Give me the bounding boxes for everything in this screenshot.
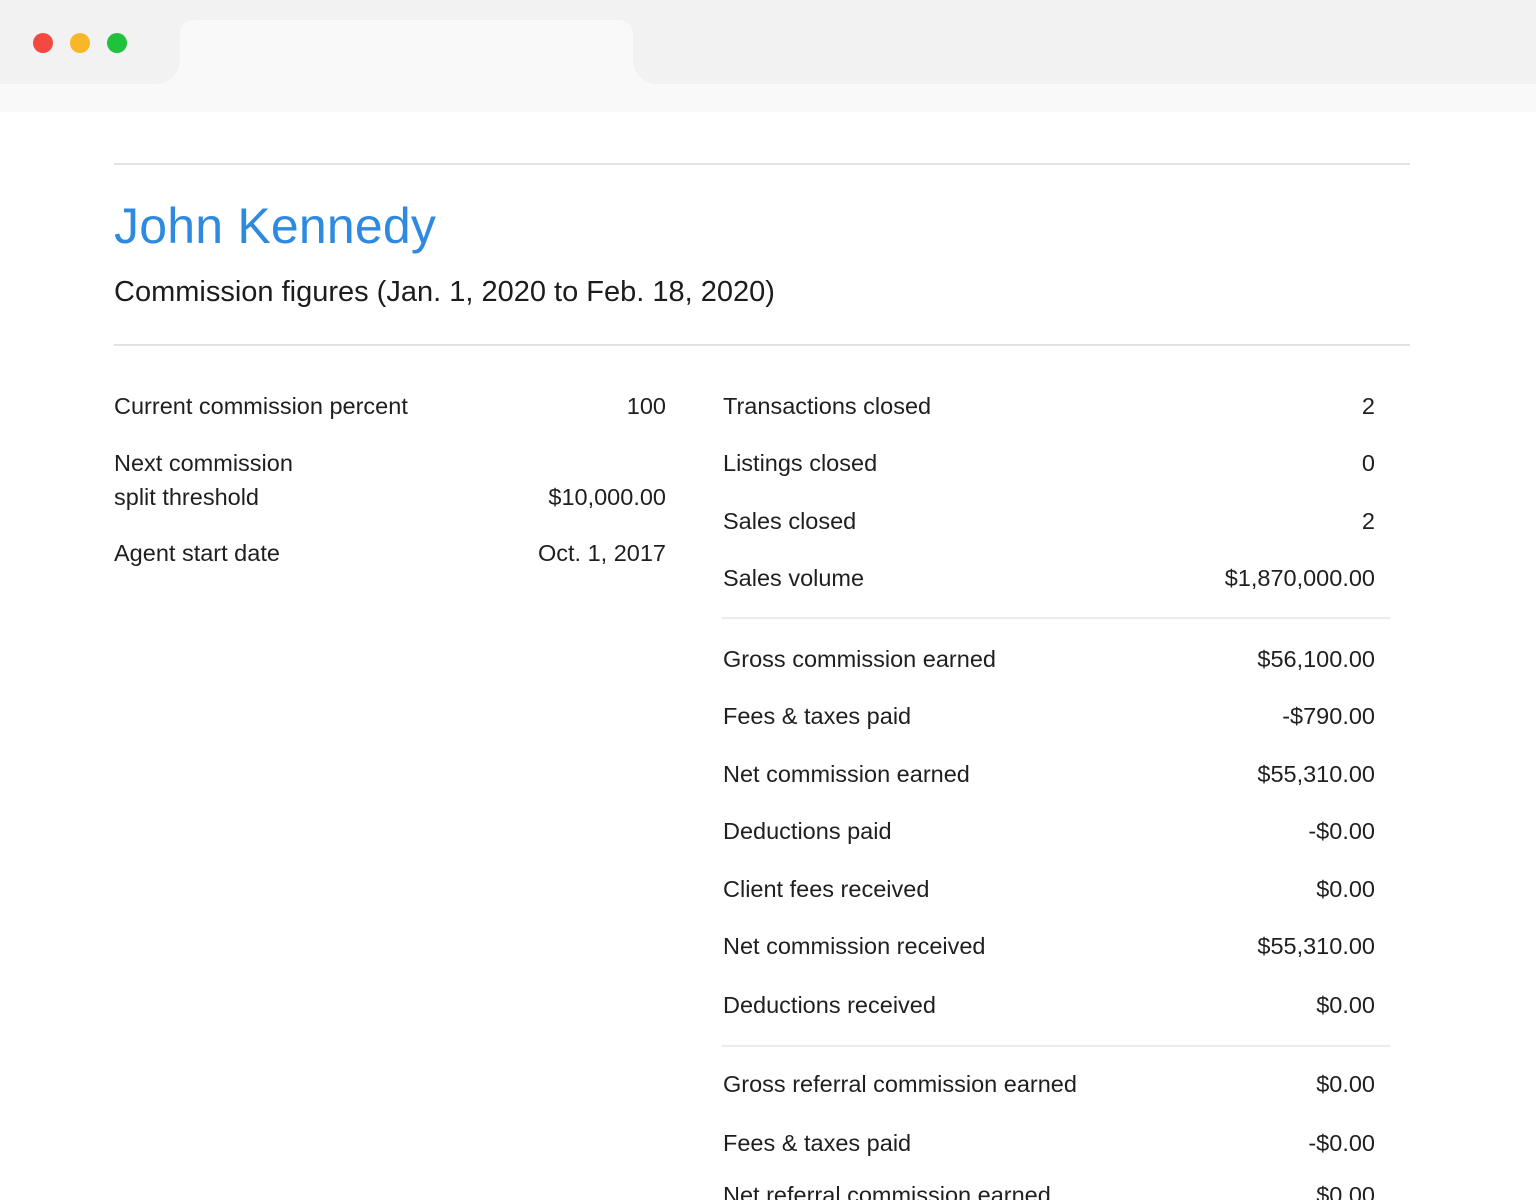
stat-label: Listings closed	[723, 450, 878, 476]
stat-value: 2	[1361, 393, 1375, 419]
stat-value: -$790.00	[1282, 703, 1375, 729]
close-window-button[interactable]	[33, 33, 53, 53]
stat-value: 2	[1361, 508, 1375, 534]
top-divider	[114, 163, 1410, 165]
stat-label: Transactions closed	[723, 393, 932, 419]
stat-label: split threshold	[114, 484, 259, 510]
section-divider	[722, 1045, 1390, 1047]
stat-label: Deductions received	[723, 992, 936, 1018]
header-divider	[114, 344, 1410, 346]
minimize-window-button[interactable]	[70, 33, 90, 53]
report-subtitle: Commission figures (Jan. 1, 2020 to Feb.…	[114, 276, 775, 308]
section-divider	[722, 617, 1390, 619]
stat-label: Sales closed	[723, 508, 857, 534]
stat-label: Net commission earned	[723, 761, 970, 787]
stat-row: Net referral commission earned $0.00	[0, 1178, 1536, 1200]
stat-value: -$0.00	[1308, 818, 1375, 844]
stat-label: Gross referral commission earned	[723, 1071, 1077, 1097]
maximize-window-button[interactable]	[107, 33, 127, 53]
browser-tab[interactable]	[180, 20, 633, 112]
stat-value: $55,310.00	[1257, 933, 1375, 959]
stat-value: $0.00	[1316, 1182, 1375, 1200]
stat-label: Agent start date	[114, 540, 280, 566]
stat-value: 0	[1361, 450, 1375, 476]
stat-value: Oct. 1, 2017	[537, 540, 666, 566]
stat-label: Net referral commission earned	[723, 1182, 1051, 1200]
stat-value: $0.00	[1316, 876, 1375, 902]
stat-value: $10,000.00	[548, 484, 666, 510]
stat-value: $0.00	[1316, 1071, 1375, 1097]
stat-label: Next commission	[114, 450, 293, 476]
stat-label: Current commission percent	[114, 393, 408, 419]
stat-label: Fees & taxes paid	[723, 703, 912, 729]
stat-value: $55,310.00	[1257, 761, 1375, 787]
stat-value: $0.00	[1316, 992, 1375, 1018]
stat-label: Deductions paid	[723, 818, 892, 844]
stat-value: 100	[626, 393, 666, 419]
agent-name: John Kennedy	[114, 198, 437, 254]
stat-value: -$0.00	[1308, 1130, 1375, 1156]
stat-label: Fees & taxes paid	[723, 1130, 912, 1156]
stat-value: $56,100.00	[1257, 646, 1375, 672]
stat-label: Sales volume	[723, 565, 865, 591]
browser-chrome	[0, 0, 1536, 112]
stat-label: Net commission received	[723, 933, 986, 959]
stat-label: Client fees received	[723, 876, 930, 902]
stat-label: Gross commission earned	[723, 646, 996, 672]
stat-value: $1,870,000.00	[1224, 565, 1375, 591]
